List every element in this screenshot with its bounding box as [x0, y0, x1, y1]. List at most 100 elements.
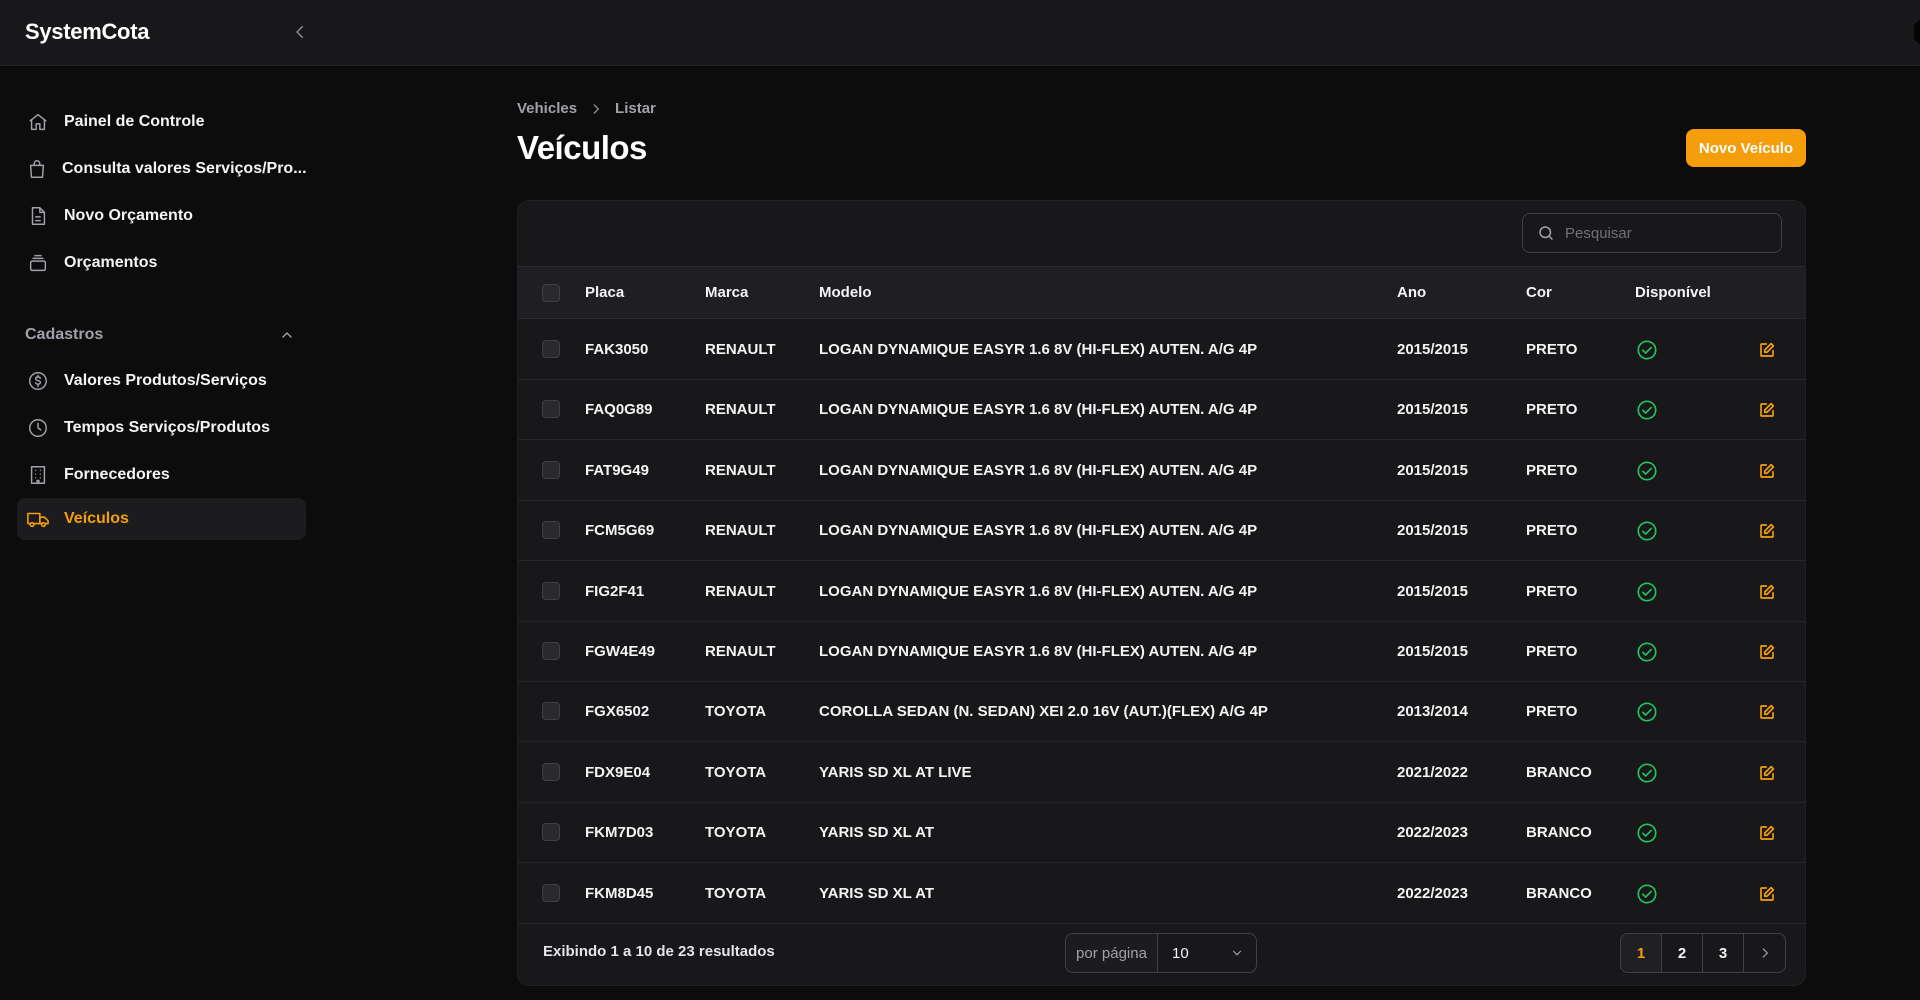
- cell-placa: FKM7D03: [585, 824, 654, 842]
- row-checkbox[interactable]: [542, 762, 560, 781]
- edit-icon[interactable]: [1758, 522, 1776, 540]
- results-summary: Exibindo 1 a 10 de 23 resultados: [543, 943, 775, 960]
- cell-cor: BRANCO: [1526, 763, 1592, 781]
- page-2-button[interactable]: 2: [1662, 934, 1703, 972]
- check-circle-icon: [1637, 400, 1657, 420]
- table-footer: Exibindo 1 a 10 de 23 resultados por pág…: [518, 919, 1805, 985]
- cell-modelo: LOGAN DYNAMIQUE EASYR 1.6 8V (HI-FLEX) A…: [819, 341, 1258, 358]
- sidebar-item-valores-produtos[interactable]: Valores Produtos/Serviços: [17, 360, 306, 402]
- sidebar-item-label: Painel de Controle: [64, 113, 205, 130]
- sidebar-item-label: Fornecedores: [64, 466, 170, 483]
- cell-placa: FAK3050: [585, 341, 649, 358]
- edit-icon[interactable]: [1758, 824, 1776, 842]
- cell-marca: TOYOTA: [705, 763, 767, 781]
- cell-marca: TOYOTA: [705, 703, 767, 721]
- row-checkbox[interactable]: [542, 883, 560, 902]
- chevron-left-icon: [296, 26, 303, 38]
- column-header-ano[interactable]: Ano: [1397, 284, 1426, 301]
- table-row: FKM7D03 TOYOTA YARIS SD XL AT 2022/2023 BRAN…: [518, 803, 1805, 864]
- row-checkbox[interactable]: [542, 400, 560, 419]
- row-checkbox[interactable]: [542, 702, 560, 721]
- collapse-sidebar-button[interactable]: [288, 20, 312, 44]
- table-row: FAK3050 RENAULT LOGAN DYNAMIQUE EASYR 1.6 …: [518, 320, 1805, 380]
- column-header-cor[interactable]: Cor: [1526, 284, 1552, 301]
- building-icon: [26, 463, 50, 487]
- table-header: Placa Marca Modelo Ano Cor Disponível: [518, 266, 1805, 319]
- check-circle-icon: [1637, 521, 1657, 541]
- edit-icon[interactable]: [1758, 703, 1776, 721]
- search-input[interactable]: [1565, 224, 1765, 242]
- check-circle-icon: [1637, 642, 1657, 662]
- row-checkbox[interactable]: [542, 521, 560, 540]
- sidebar-item-fornecedores[interactable]: Fornecedores: [17, 454, 306, 496]
- cell-modelo: LOGAN DYNAMIQUE EASYR 1.6 8V (HI-FLEX) A…: [819, 401, 1258, 419]
- table-row: FIG2F41 RENAULT LOGAN DYNAMIQUE EASYR 1.6 …: [518, 562, 1805, 622]
- table-row: FDX9E04 TOYOTA YARIS SD XL AT LIVE 2021/202…: [518, 743, 1805, 803]
- table-row: FKM8D45 TOYOTA YARIS SD XL AT 2022/2023 BRAN…: [518, 864, 1805, 924]
- per-page-value: 10: [1172, 944, 1189, 962]
- cell-placa: FIG2F41: [585, 582, 645, 600]
- sidebar-item-novo-orcamento[interactable]: Novo Orçamento: [17, 195, 306, 237]
- cell-modelo: LOGAN DYNAMIQUE EASYR 1.6 8V (HI-FLEX) A…: [819, 461, 1258, 479]
- cell-marca: RENAULT: [705, 341, 776, 358]
- row-checkbox[interactable]: [542, 340, 560, 358]
- cell-marca: TOYOTA: [705, 884, 767, 902]
- cell-marca: RENAULT: [705, 582, 776, 600]
- document-icon: [26, 204, 50, 228]
- brand-logo[interactable]: SystemCota: [25, 19, 149, 45]
- edit-icon[interactable]: [1758, 583, 1776, 601]
- cell-ano: 2015/2015: [1397, 643, 1468, 660]
- edit-icon[interactable]: [1758, 401, 1776, 419]
- window-edge-marker: [1914, 20, 1920, 44]
- table-row: FAQ0G89 RENAULT LOGAN DYNAMIQUE EASYR 1.6 …: [518, 380, 1805, 441]
- search-box[interactable]: [1522, 213, 1782, 253]
- new-vehicle-button[interactable]: Novo Veículo: [1686, 129, 1806, 167]
- column-header-modelo[interactable]: Modelo: [819, 284, 872, 301]
- sidebar-group-cadastros-toggle[interactable]: Cadastros: [25, 323, 295, 347]
- sidebar-item-orcamentos[interactable]: Orçamentos: [17, 242, 306, 284]
- sidebar-item-painel-de-controle[interactable]: Painel de Controle: [17, 101, 306, 143]
- top-bar: SystemCota: [0, 0, 1920, 66]
- next-page-button[interactable]: [1744, 934, 1785, 972]
- cell-cor: BRANCO: [1526, 884, 1592, 902]
- row-checkbox[interactable]: [542, 460, 560, 479]
- column-header-marca[interactable]: Marca: [705, 284, 748, 301]
- select-all-checkbox[interactable]: [542, 284, 560, 302]
- cell-placa: FGW4E49: [585, 643, 656, 660]
- sidebar-item-consulta-valores[interactable]: Consulta valores Serviços/Pro...: [17, 148, 307, 190]
- page-3-button[interactable]: 3: [1703, 934, 1744, 972]
- edit-icon[interactable]: [1758, 764, 1776, 782]
- row-checkbox[interactable]: [542, 642, 560, 660]
- per-page-control: por página 10: [1065, 933, 1257, 973]
- row-checkbox[interactable]: [542, 823, 560, 842]
- edit-icon[interactable]: [1758, 643, 1776, 661]
- sidebar-item-tempos-servicos[interactable]: Tempos Serviços/Produtos: [17, 407, 306, 449]
- edit-icon[interactable]: [1758, 885, 1776, 903]
- cell-cor: PRETO: [1526, 582, 1578, 600]
- check-circle-icon: [1637, 702, 1657, 722]
- cell-modelo: YARIS SD XL AT LIVE: [819, 763, 972, 781]
- row-checkbox[interactable]: [542, 581, 560, 600]
- truck-icon: [26, 507, 50, 531]
- edit-icon[interactable]: [1758, 341, 1776, 359]
- sidebar-item-label: Consulta valores Serviços/Pro...: [62, 160, 307, 177]
- edit-icon[interactable]: [1758, 462, 1776, 480]
- cell-ano: 2015/2015: [1397, 461, 1468, 479]
- cell-cor: PRETO: [1526, 461, 1578, 479]
- per-page-select[interactable]: 10: [1158, 934, 1256, 972]
- breadcrumb-vehicles-link[interactable]: Vehicles: [517, 100, 577, 117]
- cell-ano: 2022/2023: [1397, 884, 1468, 902]
- cell-cor: PRETO: [1526, 703, 1578, 721]
- cell-placa: FAT9G49: [585, 461, 649, 479]
- column-header-disponivel[interactable]: Disponível: [1635, 284, 1711, 301]
- column-header-placa[interactable]: Placa: [585, 284, 624, 301]
- sidebar-item-veiculos[interactable]: Veículos: [17, 498, 306, 540]
- check-circle-icon: [1637, 582, 1657, 602]
- page-1-button[interactable]: 1: [1621, 934, 1662, 972]
- pagination: 1 2 3: [1620, 933, 1786, 973]
- cell-marca: RENAULT: [705, 461, 776, 479]
- vehicles-table-card: Placa Marca Modelo Ano Cor Disponível FA…: [517, 200, 1806, 986]
- chevron-right-icon: [1762, 948, 1768, 958]
- cell-placa: FGX6502: [585, 703, 650, 721]
- cell-modelo: LOGAN DYNAMIQUE EASYR 1.6 8V (HI-FLEX) A…: [819, 522, 1258, 540]
